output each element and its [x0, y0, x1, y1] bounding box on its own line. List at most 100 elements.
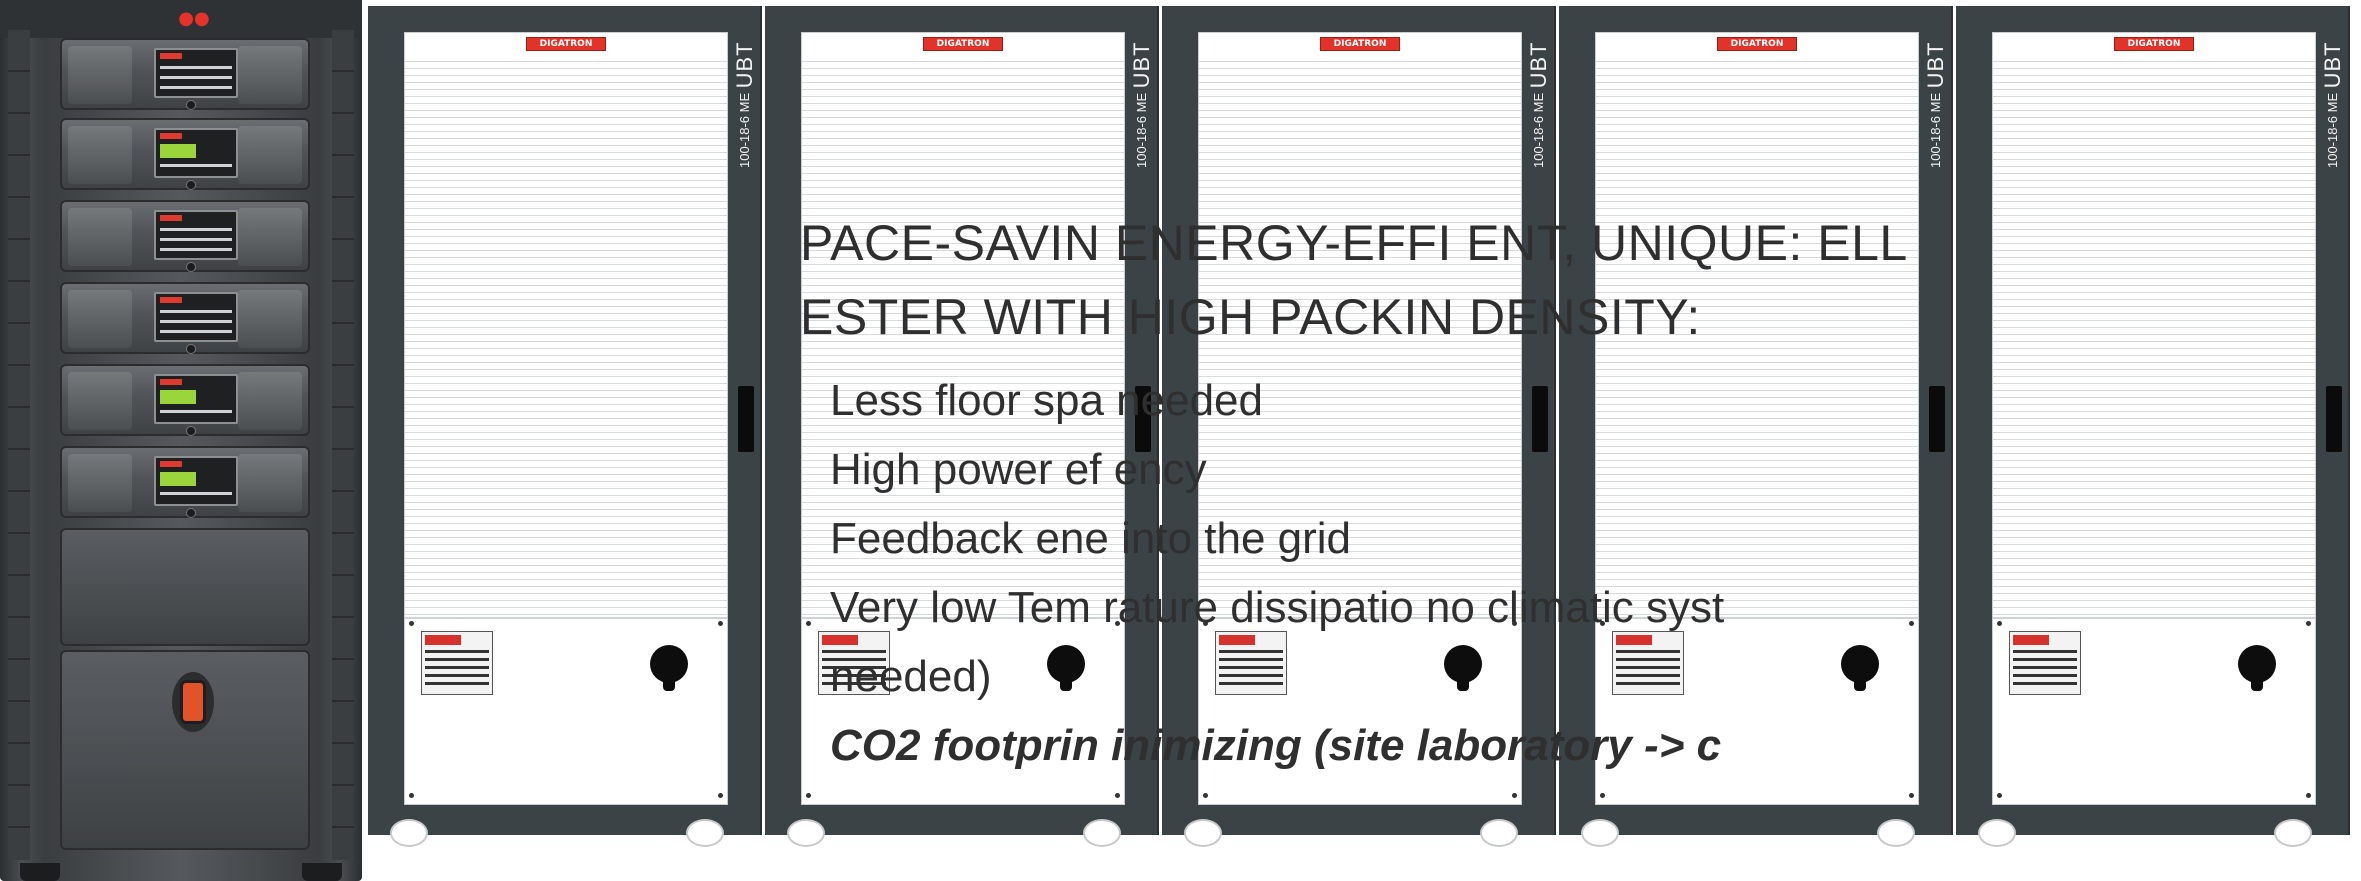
test-module — [60, 364, 310, 436]
door-divider — [405, 617, 727, 619]
module-display — [154, 456, 238, 506]
cabinet-model-label: 100-18-6 ME UBT — [1526, 34, 1556, 174]
cabinet-door[interactable]: DIGATRON — [801, 32, 1125, 805]
ubt-label: UBT — [732, 41, 757, 89]
model-number: 100-18-6 ME — [737, 92, 752, 168]
cabinet-model-label: 100-18-6 ME UBT — [732, 34, 762, 174]
ubt-label: UBT — [2320, 41, 2345, 89]
door-divider — [1199, 617, 1521, 619]
caster-wheel-icon — [1978, 819, 2016, 847]
battery-cabinet: DIGATRON 100-18-6 ME UBT — [368, 6, 762, 847]
ubt-label: UBT — [1526, 41, 1551, 89]
door-divider — [1596, 617, 1918, 619]
cabinet-door[interactable]: DIGATRON — [1595, 32, 1919, 805]
screw-icon — [1909, 793, 1914, 798]
caster-wheel-icon — [787, 819, 825, 847]
nameplate-icon — [818, 631, 890, 695]
ventilation-louvers — [802, 55, 1124, 617]
module-button[interactable] — [186, 426, 196, 436]
brand-logo: DIGATRON — [1320, 37, 1400, 51]
door-divider — [1993, 617, 2315, 619]
door-handle[interactable] — [738, 386, 754, 452]
screw-icon — [806, 621, 811, 626]
screw-icon — [1600, 793, 1605, 798]
ubt-label: UBT — [1923, 41, 1948, 89]
ventilation-louvers — [1993, 55, 2315, 617]
module-button[interactable] — [186, 100, 196, 110]
cabinet-door[interactable]: DIGATRON — [1992, 32, 2316, 805]
ubt-label: UBT — [1129, 41, 1154, 89]
caster-wheel-icon — [1480, 819, 1518, 847]
rack-foot — [20, 863, 60, 881]
brand-logo: DIGATRON — [526, 37, 606, 51]
screw-icon — [1997, 621, 2002, 626]
door-lock-icon[interactable] — [1444, 645, 1482, 691]
door-lock-icon[interactable] — [650, 645, 688, 691]
model-number: 100-18-6 ME — [2325, 92, 2340, 168]
brand-logo-icon: ●● — [178, 8, 210, 29]
test-module — [60, 118, 310, 190]
cabinet-door[interactable]: DIGATRON — [404, 32, 728, 805]
nameplate-icon — [1215, 631, 1287, 695]
model-number: 100-18-6 ME — [1928, 92, 1943, 168]
screw-icon — [1512, 621, 1517, 626]
module-display — [154, 48, 238, 98]
cabinet-feet — [765, 817, 1157, 847]
model-number: 100-18-6 ME — [1531, 92, 1546, 168]
screw-icon — [1909, 621, 1914, 626]
door-handle[interactable] — [1532, 386, 1548, 452]
module-display — [154, 374, 238, 424]
main-switch-panel — [60, 650, 310, 850]
module-button[interactable] — [186, 344, 196, 354]
caster-wheel-icon — [390, 819, 428, 847]
door-lock-icon[interactable] — [1047, 645, 1085, 691]
test-module — [60, 38, 310, 110]
screw-icon — [718, 621, 723, 626]
module-button[interactable] — [186, 508, 196, 518]
screw-icon — [1512, 793, 1517, 798]
nameplate-icon — [1612, 631, 1684, 695]
caster-wheel-icon — [686, 819, 724, 847]
cabinet-feet — [1162, 817, 1554, 847]
cabinet-door[interactable]: DIGATRON — [1198, 32, 1522, 805]
rack-rail-left — [8, 30, 30, 860]
nameplate-icon — [2009, 631, 2081, 695]
door-lock-icon[interactable] — [2238, 645, 2276, 691]
door-lock-icon[interactable] — [1841, 645, 1879, 691]
rack-tester: ●● — [0, 0, 362, 881]
screw-icon — [409, 621, 414, 626]
door-handle[interactable] — [2326, 386, 2342, 452]
screw-icon — [718, 793, 723, 798]
nameplate-icon — [421, 631, 493, 695]
caster-wheel-icon — [1581, 819, 1619, 847]
door-handle[interactable] — [1135, 386, 1151, 452]
module-display — [154, 292, 238, 342]
ventilation-louvers — [1596, 55, 1918, 617]
screw-icon — [1203, 793, 1208, 798]
battery-cabinet: DIGATRON 100-18-6 ME UBT — [1162, 6, 1556, 847]
screw-icon — [806, 793, 811, 798]
caster-wheel-icon — [2274, 819, 2312, 847]
rack-foot — [302, 863, 342, 881]
blank-panel — [60, 528, 310, 646]
door-handle[interactable] — [1929, 386, 1945, 452]
battery-cabinet: DIGATRON 100-18-6 ME UBT — [1559, 6, 1953, 847]
rack-rail-right — [332, 30, 354, 860]
screw-icon — [2306, 621, 2311, 626]
door-divider — [802, 617, 1124, 619]
brand-logo: DIGATRON — [2114, 37, 2194, 51]
main-switch-handle[interactable] — [180, 680, 206, 724]
caster-wheel-icon — [1184, 819, 1222, 847]
module-button[interactable] — [186, 262, 196, 272]
battery-cabinet: DIGATRON 100-18-6 ME UBT — [765, 6, 1159, 847]
screw-icon — [1997, 793, 2002, 798]
module-display — [154, 128, 238, 178]
test-module — [60, 446, 310, 518]
caster-wheel-icon — [1877, 819, 1915, 847]
ventilation-louvers — [1199, 55, 1521, 617]
cabinet-model-label: 100-18-6 ME UBT — [2320, 34, 2350, 174]
screw-icon — [1203, 621, 1208, 626]
module-button[interactable] — [186, 180, 196, 190]
cabinet-feet — [368, 817, 760, 847]
screw-icon — [1600, 621, 1605, 626]
